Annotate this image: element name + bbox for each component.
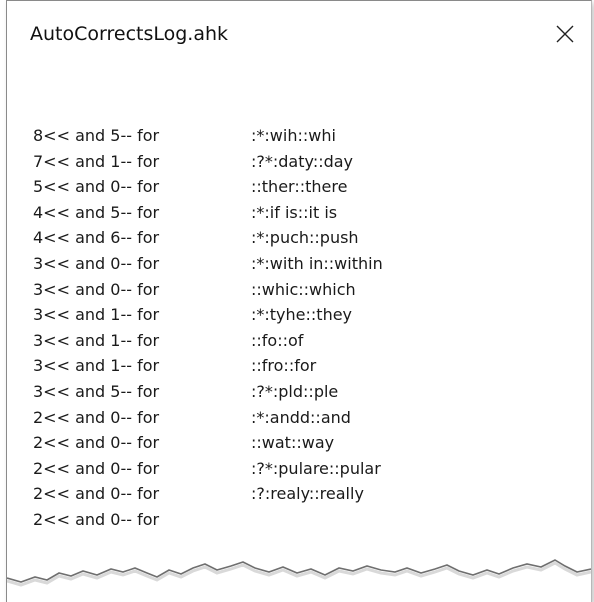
log-row-hotstring: ::fro::for <box>251 356 317 376</box>
log-row-hotstring: :?:realy::really <box>251 484 364 504</box>
log-row: 3<< and 1-- for::fo::of <box>33 328 591 354</box>
log-row: 2<< and 0-- for :*:andd::and <box>33 405 591 431</box>
log-row-count: 3<< and 5-- for <box>33 381 160 401</box>
close-icon <box>556 25 574 43</box>
log-row-hotstring: :*:if is::it is <box>251 202 338 222</box>
log-row-hotstring: :*:wih::whi <box>251 126 336 145</box>
log-row-hotstring: ::fo::of <box>251 330 304 350</box>
log-row: 4<< and 5-- for :*:if is::it is <box>33 200 591 226</box>
log-row-hotstring: :*:tyhe::they <box>251 305 353 325</box>
window-title: AutoCorrectsLog.ahk <box>30 23 229 45</box>
log-row: 8<< and 5-- for :*:wih::whi <box>33 123 591 149</box>
log-row: 3<< and 1-- for :*:tyhe::they <box>33 302 591 328</box>
log-row: 3<< and 0-- for::whic::which <box>33 277 591 303</box>
log-row: 2<< and 0-- for::wat::way <box>33 430 591 456</box>
log-row-count: 2<< and 0-- for <box>33 407 160 427</box>
log-row-hotstring: :?*:pulare::pular <box>251 458 381 478</box>
log-row-hotstring: ::whic::which <box>251 279 356 299</box>
log-row: 2<< and 0-- for :?*:pulare::pular <box>33 456 591 482</box>
log-row-hotstring: ::wat::way <box>251 433 335 453</box>
log-row-hotstring: :*:with in::within <box>251 253 383 273</box>
torn-edge-effect <box>7 559 591 602</box>
log-row: 5<< and 0-- for::ther::there <box>33 174 591 200</box>
log-row: 2<< and 0-- for <box>33 507 591 533</box>
close-button[interactable] <box>545 15 585 53</box>
title-bar[interactable]: AutoCorrectsLog.ahk <box>7 1 591 71</box>
log-row-count: 8<< and 5-- for <box>33 126 160 145</box>
log-row: 3<< and 5-- for :?*:pld::ple <box>33 379 591 405</box>
log-row: 4<< and 6-- for :*:puch::push <box>33 225 591 251</box>
log-row-count: 2<< and 0-- for <box>33 509 160 529</box>
log-row: 3<< and 0-- for :*:with in::within <box>33 251 591 277</box>
log-row-count: 3<< and 1-- for <box>33 305 160 325</box>
log-row-hotstring: :*:andd::and <box>251 407 351 427</box>
log-row-hotstring: :?*:pld::ple <box>251 381 339 401</box>
log-row-count: 2<< and 0-- for <box>33 458 160 478</box>
log-row-count: 4<< and 5-- for <box>33 202 160 222</box>
log-row-hotstring: ::ther::there <box>251 177 348 197</box>
log-row-count: 3<< and 1-- for <box>33 330 160 350</box>
log-row-count: 3<< and 1-- for <box>33 356 160 376</box>
log-row-count: 4<< and 6-- for <box>33 228 160 248</box>
log-list: 8<< and 5-- for :*:wih::whi7<< and 1-- fo… <box>33 123 591 533</box>
log-row: 2<< and 0-- for :?:realy::really <box>33 481 591 507</box>
log-row-count: 2<< and 0-- for <box>33 484 160 504</box>
log-row: 3<< and 1-- for::fro::for <box>33 353 591 379</box>
log-row-count: 5<< and 0-- for <box>33 177 160 197</box>
log-row-count: 2<< and 0-- for <box>33 433 160 453</box>
log-row-count: 3<< and 0-- for <box>33 279 160 299</box>
log-row-hotstring: :?*:daty::day <box>251 151 354 171</box>
log-row-count: 7<< and 1-- for <box>33 151 160 171</box>
log-row: 7<< and 1-- for :?*:daty::day <box>33 149 591 175</box>
log-row-hotstring: :*:puch::push <box>251 228 359 248</box>
log-row-count: 3<< and 0-- for <box>33 253 160 273</box>
autocorrects-log-window: AutoCorrectsLog.ahk 8<< and 5-- for :*:wi… <box>6 0 592 602</box>
